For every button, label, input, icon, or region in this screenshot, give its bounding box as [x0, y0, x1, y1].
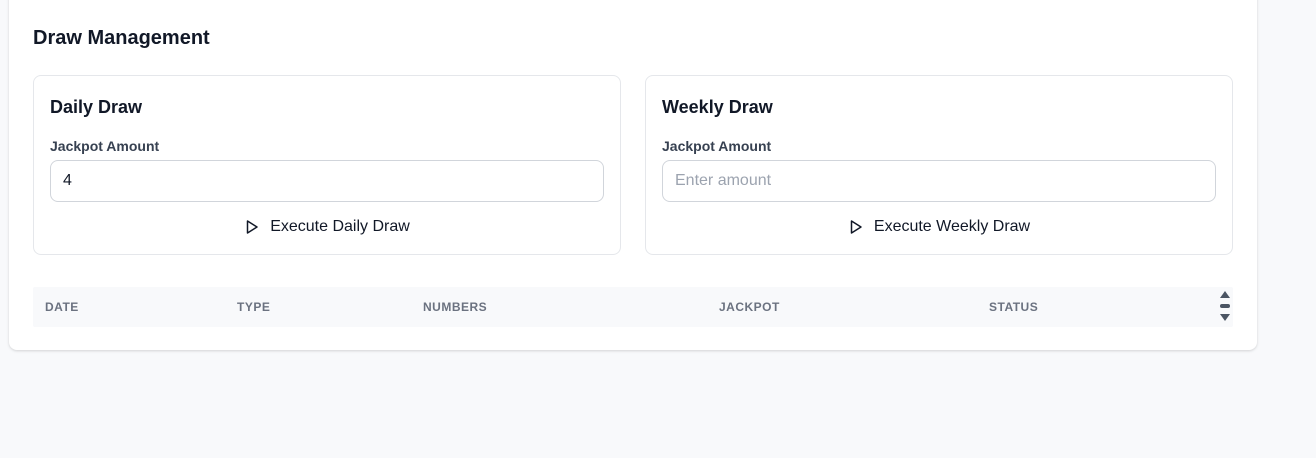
column-header-type[interactable]: Type — [237, 287, 270, 327]
execute-daily-draw-button[interactable]: Execute Daily Draw — [50, 210, 604, 244]
play-icon — [848, 219, 864, 235]
draws-table-header: Date Type Numbers Jackpot Status — [33, 287, 1233, 327]
execute-weekly-draw-label: Execute Weekly Draw — [873, 218, 1031, 235]
execute-weekly-draw-button[interactable]: Execute Weekly Draw — [662, 210, 1216, 244]
daily-draw-card: Daily Draw Jackpot Amount Execute Daily … — [33, 75, 621, 255]
daily-jackpot-input[interactable] — [50, 160, 604, 202]
column-header-date[interactable]: Date — [45, 287, 79, 327]
table-scrollbar[interactable] — [1215, 281, 1235, 331]
weekly-jackpot-label: Jackpot Amount — [662, 138, 772, 154]
column-header-numbers[interactable]: Numbers — [423, 287, 487, 327]
weekly-draw-card: Weekly Draw Jackpot Amount Execute Weekl… — [645, 75, 1233, 255]
daily-draw-title: Daily Draw — [50, 97, 143, 117]
daily-jackpot-label: Jackpot Amount — [50, 138, 160, 154]
scroll-up-arrow-icon — [1220, 291, 1230, 298]
page-title: Draw Management — [33, 27, 210, 49]
weekly-draw-title: Weekly Draw — [662, 97, 773, 117]
draw-management-panel: Draw Management Daily Draw Jackpot Amoun… — [9, 0, 1257, 350]
execute-daily-draw-label: Execute Daily Draw — [270, 218, 410, 235]
column-header-status[interactable]: Status — [989, 287, 1038, 327]
play-icon — [244, 219, 260, 235]
column-header-jackpot[interactable]: Jackpot — [719, 287, 780, 327]
scroll-down-arrow-icon — [1220, 314, 1230, 321]
weekly-jackpot-input[interactable] — [662, 160, 1216, 202]
scrollbar-thumb — [1220, 304, 1230, 308]
